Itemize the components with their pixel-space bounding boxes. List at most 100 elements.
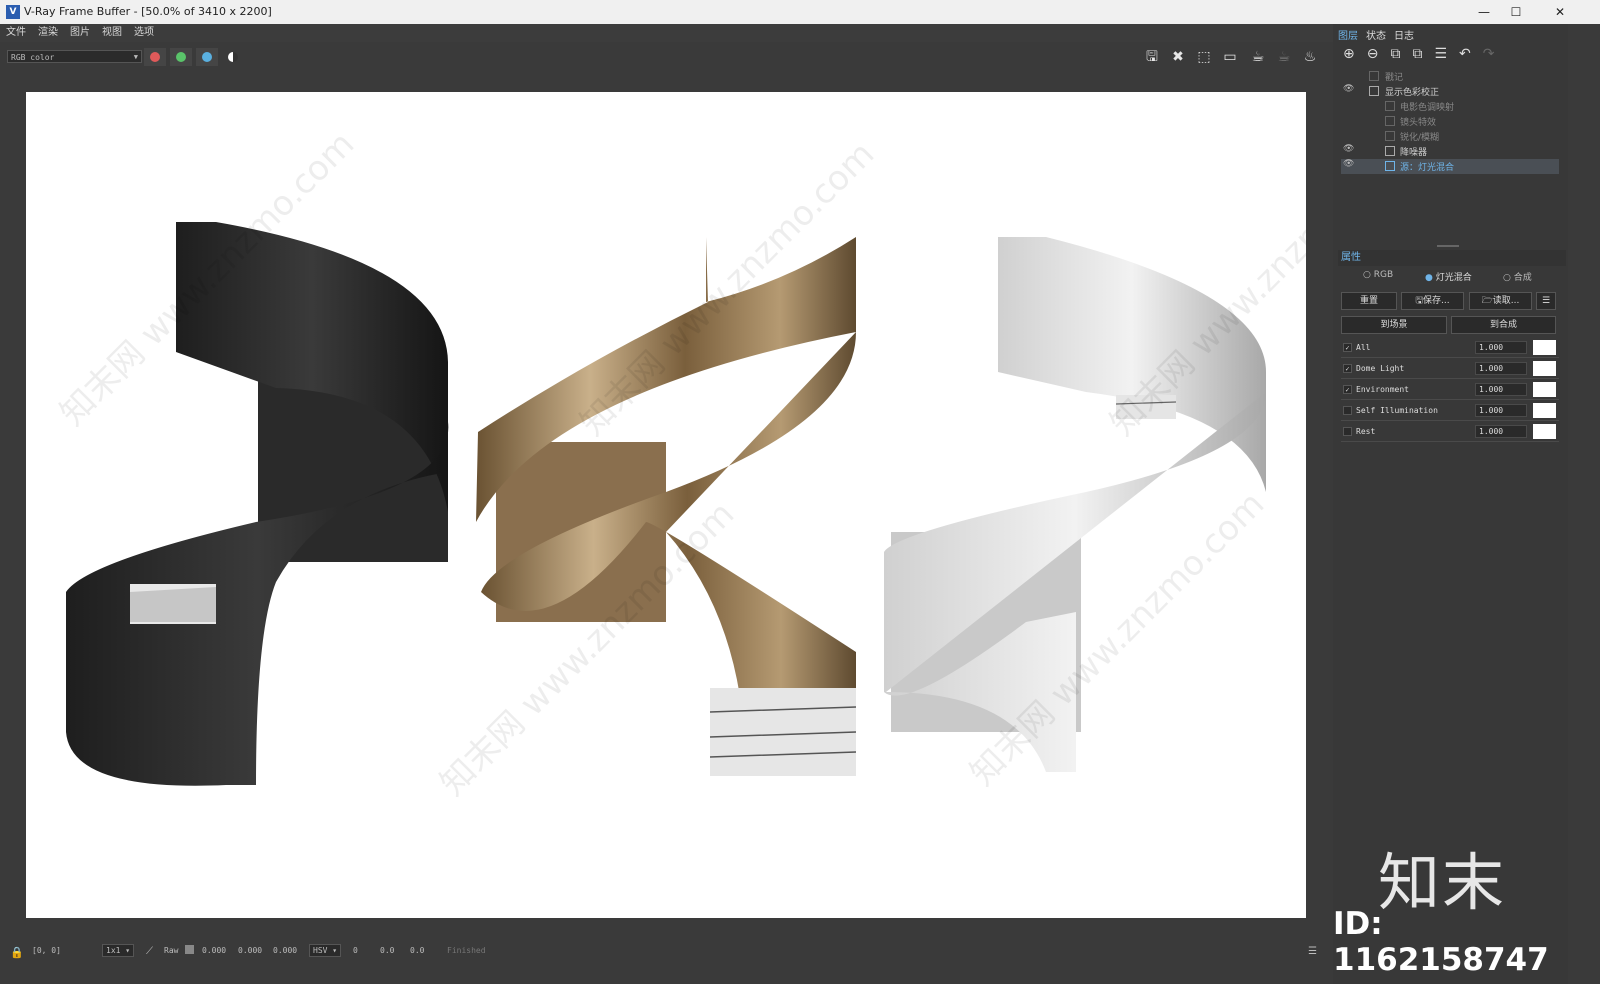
layer-lens-effects[interactable]: 镜头特效 <box>1341 114 1559 129</box>
title-bar: V V-Ray Frame Buffer - [50.0% of 3410 x … <box>0 0 1600 24</box>
light-intensity-input[interactable]: 1.000 <box>1475 383 1527 396</box>
light-intensity-input[interactable]: 1.000 <box>1475 341 1527 354</box>
load-layers-icon[interactable]: ⧉ <box>1412 46 1434 62</box>
pixel-v-value: 0.0 <box>410 946 425 955</box>
render-status: Finished <box>447 946 486 955</box>
mode-lightmix-label: 灯光混合 <box>1435 273 1472 283</box>
pixel-b-value: 0.000 <box>273 946 298 955</box>
close-button[interactable]: ✕ <box>1540 0 1580 24</box>
menu-file[interactable]: 文件 <box>0 24 32 42</box>
save-button[interactable]: 🖫保存... <box>1401 292 1464 310</box>
list-icon[interactable]: ☰ <box>1434 46 1459 62</box>
redo-icon[interactable]: ↷ <box>1483 46 1507 62</box>
zoom-select[interactable]: 1x1 ▾ <box>102 944 135 957</box>
menu-options[interactable]: 选项 <box>128 24 160 42</box>
layer-display-correction[interactable]: 👁 显示色彩校正 <box>1341 84 1559 99</box>
light-intensity-input[interactable]: 1.000 <box>1475 425 1527 438</box>
red-channel-button[interactable] <box>144 48 166 66</box>
channel-select-value: RGB color <box>11 53 55 62</box>
light-intensity-input[interactable]: 1.000 <box>1475 404 1527 417</box>
mode-rgb-label: RGB <box>1373 270 1394 280</box>
options-menu-button[interactable]: ☰ <box>1536 292 1556 310</box>
tab-stats[interactable]: 状态 <box>1366 27 1386 42</box>
light-checkbox[interactable] <box>1343 427 1352 436</box>
reset-button[interactable]: 重置 <box>1341 292 1397 310</box>
tab-log[interactable]: 日志 <box>1394 27 1414 42</box>
menu-view[interactable]: 视图 <box>96 24 128 42</box>
panel-toggle-icon[interactable]: ☰ <box>1308 946 1317 957</box>
mode-rgb[interactable]: ○ RGB <box>1363 270 1393 280</box>
layer-icon <box>1385 131 1395 141</box>
vray-app-icon: V <box>6 5 20 19</box>
blue-channel-button[interactable] <box>196 48 218 66</box>
layer-icon <box>1385 161 1395 171</box>
color-space-select[interactable]: HSV ▾ <box>309 944 342 957</box>
light-intensity-input[interactable]: 1.000 <box>1475 362 1527 375</box>
layer-sharpen-blur[interactable]: 锐化/模糊 <box>1341 129 1559 144</box>
add-layer-icon[interactable]: ⊕ <box>1343 46 1367 62</box>
color-space-select-value: HSV <box>313 946 328 955</box>
interactive-render-icon[interactable]: ♨ <box>1300 47 1320 67</box>
spiral-stairs-render <box>66 222 1266 786</box>
green-dot-icon <box>176 52 186 62</box>
light-name: Environment <box>1356 385 1409 394</box>
pixel-coords: [0, 0] <box>32 946 61 955</box>
light-checkbox[interactable] <box>1343 406 1352 415</box>
region-render-icon[interactable]: ⬚ <box>1194 47 1214 67</box>
layer-icon <box>1369 86 1379 96</box>
save-button-label: 保存... <box>1423 296 1450 306</box>
render-teapot-icon[interactable]: ☕ <box>1248 47 1268 67</box>
color-pick-icon[interactable]: ⟋ <box>146 946 153 957</box>
menu-image[interactable]: 图片 <box>64 24 96 42</box>
tab-layers[interactable]: 图层 <box>1338 27 1358 42</box>
radio-icon: ○ <box>1363 270 1371 280</box>
load-button[interactable]: 🗁读取... <box>1469 292 1532 310</box>
light-color-swatch[interactable] <box>1533 424 1556 439</box>
track-mouse-icon[interactable]: ▭ <box>1220 47 1240 67</box>
light-row-all: ✓ All 1.000 <box>1341 339 1559 358</box>
channel-select[interactable]: RGB color ▼ <box>7 50 142 63</box>
menu-bar: 文件 渲染 图片 视图 选项 <box>0 24 1357 42</box>
to-scene-button[interactable]: 到场景 <box>1341 316 1447 334</box>
eye-icon[interactable]: 👁 <box>1343 159 1354 169</box>
save-layers-icon[interactable]: ⧉ <box>1390 46 1412 62</box>
mode-composite[interactable]: ○ 合成 <box>1503 270 1532 283</box>
pixel-s-value: 0.0 <box>380 946 395 955</box>
light-checkbox[interactable]: ✓ <box>1343 343 1352 352</box>
menu-render[interactable]: 渲染 <box>32 24 64 42</box>
light-row-rest: Rest 1.000 <box>1341 423 1559 442</box>
eye-icon[interactable]: 👁 <box>1343 84 1354 94</box>
layer-stamp[interactable]: 戳记 <box>1341 69 1559 84</box>
to-composite-button[interactable]: 到合成 <box>1451 316 1556 334</box>
stop-render-icon[interactable]: ☕ <box>1274 47 1294 67</box>
light-color-swatch[interactable] <box>1533 403 1556 418</box>
blue-dot-icon <box>202 52 212 62</box>
delete-layer-icon[interactable]: ⊖ <box>1367 46 1391 62</box>
layer-icon <box>1385 146 1395 156</box>
eye-icon[interactable]: 👁 <box>1343 144 1354 154</box>
splitter-handle[interactable] <box>1437 245 1459 247</box>
light-checkbox[interactable]: ✓ <box>1343 364 1352 373</box>
light-color-swatch[interactable] <box>1533 382 1556 397</box>
maximize-button[interactable]: ☐ <box>1496 0 1536 24</box>
save-image-icon[interactable]: 🖫 <box>1142 47 1162 67</box>
clear-image-icon[interactable]: ✖ <box>1168 47 1188 67</box>
load-button-label: 读取... <box>1492 296 1520 306</box>
light-color-swatch[interactable] <box>1533 361 1556 376</box>
light-checkbox[interactable]: ✓ <box>1343 385 1352 394</box>
layer-denoiser[interactable]: 👁 降噪器 <box>1341 144 1559 159</box>
properties-header: 属性 <box>1338 250 1566 266</box>
light-name: All <box>1356 343 1371 352</box>
alpha-channel-button[interactable] <box>222 48 244 66</box>
lock-icon[interactable]: 🔒 <box>10 946 24 959</box>
light-row-dome: ✓ Dome Light 1.000 <box>1341 360 1559 379</box>
list-icon: ☰ <box>1541 296 1551 306</box>
light-name: Rest <box>1356 427 1376 436</box>
mode-lightmix[interactable]: ● 灯光混合 <box>1425 270 1472 283</box>
light-color-swatch[interactable] <box>1533 340 1556 355</box>
layer-filmic-tonemap[interactable]: 电影色调映射 <box>1341 99 1559 114</box>
pixel-r-value: 0.000 <box>202 946 227 955</box>
layer-lightmix-source[interactable]: 👁 源：灯光混合 <box>1341 159 1559 174</box>
green-channel-button[interactable] <box>170 48 192 66</box>
undo-icon[interactable]: ↶ <box>1459 46 1483 62</box>
